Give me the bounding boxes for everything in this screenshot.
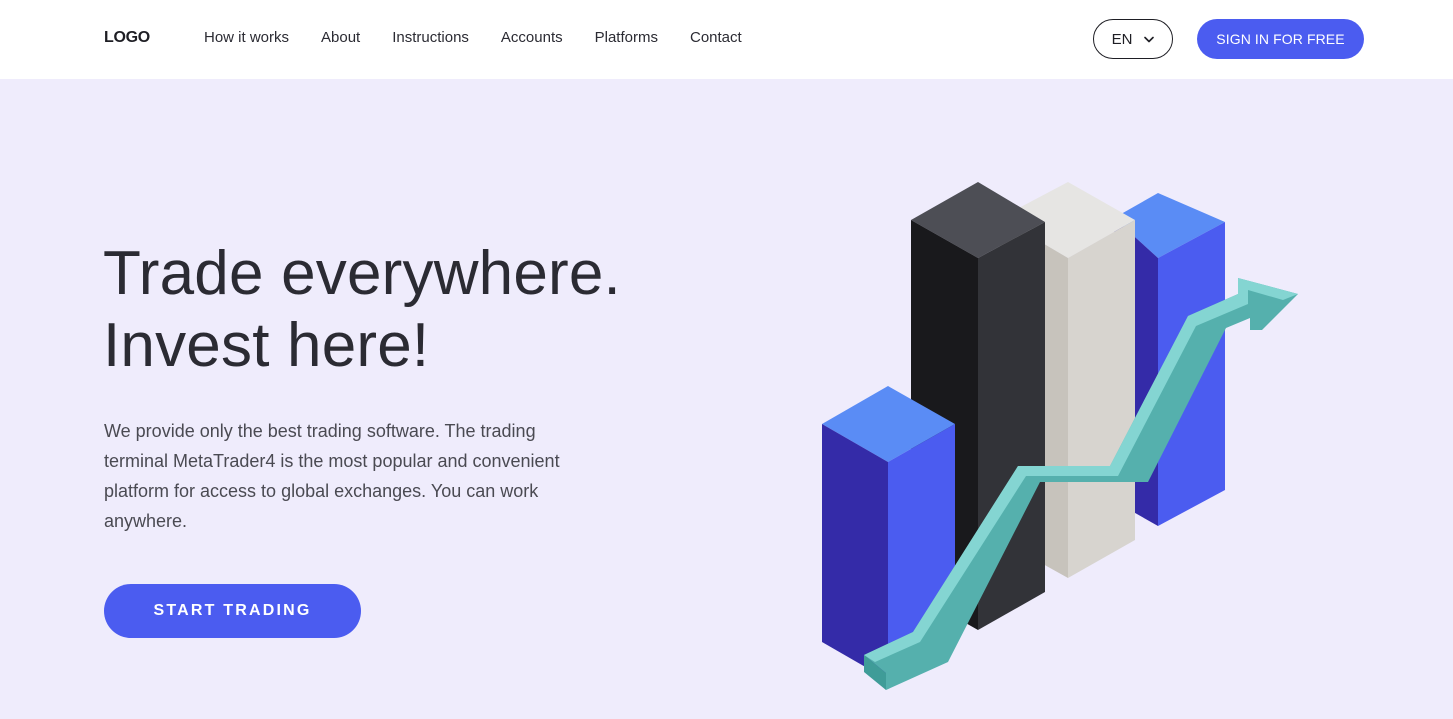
logo[interactable]: LOGO [104,29,150,47]
growth-chart-illustration [822,182,1298,690]
nav-instructions[interactable]: Instructions [392,29,469,46]
nav-how-it-works[interactable]: How it works [204,29,289,46]
chevron-down-icon [1144,36,1155,43]
top-header: LOGO How it works About Instructions Acc… [0,0,1453,79]
hero-title-line-1: Trade everywhere. [103,239,621,308]
start-trading-button[interactable]: START TRADING [104,584,361,638]
nav-contact[interactable]: Contact [690,29,742,46]
language-value: EN [1111,30,1133,48]
sign-in-button[interactable]: SIGN IN FOR FREE [1197,19,1364,59]
nav-about[interactable]: About [321,29,360,46]
language-selector[interactable]: EN [1093,19,1173,59]
nav-accounts[interactable]: Accounts [501,29,563,46]
hero-title-line-2: Invest here! [103,311,430,380]
main-nav: How it works About Instructions Accounts… [204,29,742,46]
nav-platforms[interactable]: Platforms [595,29,658,46]
hero-title: Trade everywhere. Invest here! [103,238,621,382]
hero-description: We provide only the best trading softwar… [104,421,560,531]
